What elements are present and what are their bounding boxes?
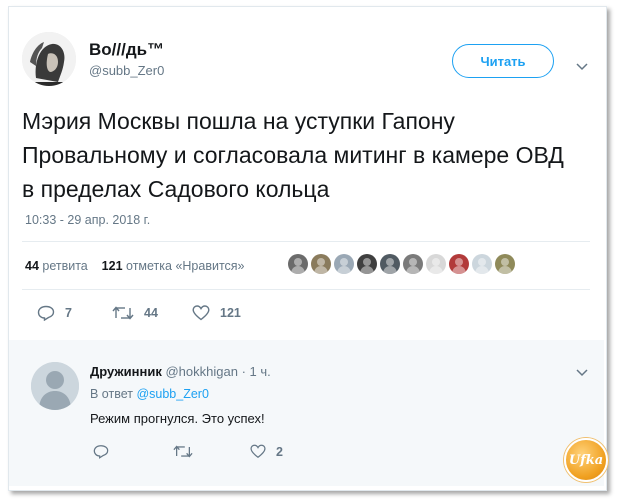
reply-to-handle[interactable]: @subb_Zer0 xyxy=(136,387,208,401)
liker-avatar-icon[interactable] xyxy=(472,254,492,274)
reply-icon xyxy=(37,305,55,321)
divider xyxy=(22,289,590,290)
reply-header: Дружинник @hokkhigan · 1 ч. xyxy=(90,364,271,379)
tweet-stats: 44 ретвита 121 отметка «Нравится» xyxy=(25,259,245,273)
reply-author-avatar[interactable] xyxy=(31,362,79,410)
watermark-logo: Ufka xyxy=(564,438,608,482)
like-count: 121 xyxy=(220,306,241,320)
retweet-icon xyxy=(112,306,134,320)
chevron-down-icon[interactable] xyxy=(576,369,588,377)
tweet-text: Мэрия Москвы пошла на уступки Гапону Про… xyxy=(22,108,564,202)
likers-avatars xyxy=(288,254,515,274)
liker-avatar-icon[interactable] xyxy=(426,254,446,274)
likes-label[interactable]: отметка «Нравится» xyxy=(126,259,245,273)
retweet-action[interactable]: 44 xyxy=(112,305,158,321)
chevron-down-icon[interactable] xyxy=(576,63,588,71)
liker-avatar-icon[interactable] xyxy=(403,254,423,274)
retweets-count[interactable]: 44 xyxy=(25,259,39,273)
liker-avatar-icon[interactable] xyxy=(495,254,515,274)
liker-avatar-icon[interactable] xyxy=(357,254,377,274)
author-name[interactable]: Во///дь™ xyxy=(89,40,164,60)
heart-icon xyxy=(192,305,210,321)
liker-avatar-icon[interactable] xyxy=(380,254,400,274)
reply-retweet-action[interactable] xyxy=(173,444,193,459)
tweet-timestamp[interactable]: 10:33 - 29 апр. 2018 г. xyxy=(25,213,150,227)
like-action[interactable]: 121 xyxy=(192,305,241,321)
reply-author-name[interactable]: Дружинник xyxy=(90,364,162,379)
liker-avatar-icon[interactable] xyxy=(311,254,331,274)
reply-time[interactable]: · 1 ч. xyxy=(242,364,271,379)
retweet-count: 44 xyxy=(144,306,158,320)
author-handle[interactable]: @subb_Zer0 xyxy=(89,63,164,78)
reply-like-action[interactable]: 2 xyxy=(250,444,283,459)
heart-icon xyxy=(250,444,266,459)
reply-reply-action[interactable] xyxy=(93,444,109,459)
reply-icon xyxy=(93,445,109,459)
follow-button[interactable]: Читать xyxy=(452,44,554,78)
divider xyxy=(22,241,590,242)
reply-author-handle[interactable]: @hokkhigan xyxy=(165,364,237,379)
liker-avatar-icon[interactable] xyxy=(288,254,308,274)
reply-action[interactable]: 7 xyxy=(37,305,72,321)
likes-count[interactable]: 121 xyxy=(102,259,123,273)
reply-to-line: В ответ @subb_Zer0 xyxy=(90,387,209,401)
retweets-label[interactable]: ретвита xyxy=(42,259,87,273)
default-avatar-icon xyxy=(31,362,79,410)
author-avatar-image xyxy=(22,32,76,86)
liker-avatar-icon[interactable] xyxy=(449,254,469,274)
reply-like-count: 2 xyxy=(276,444,283,459)
liker-avatar-icon[interactable] xyxy=(334,254,354,274)
reply-text: Режим прогнулся. Это успех! xyxy=(90,411,265,426)
reply-to-prefix: В ответ xyxy=(90,387,133,401)
author-avatar[interactable] xyxy=(22,32,76,86)
retweet-icon xyxy=(173,445,193,458)
reply-count: 7 xyxy=(65,306,72,320)
